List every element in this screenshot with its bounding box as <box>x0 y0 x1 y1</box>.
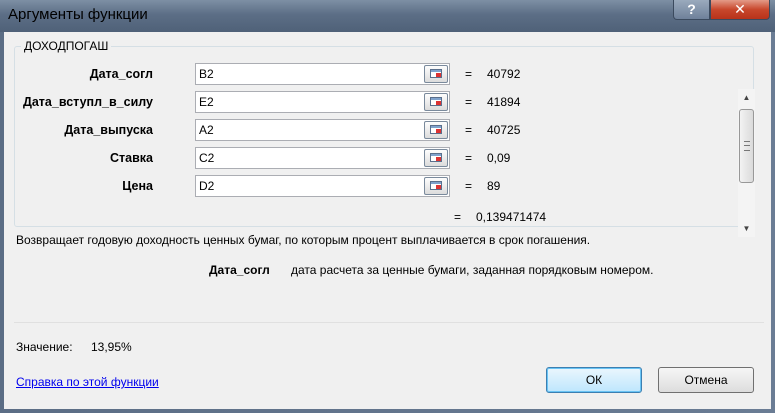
arg-label-data-vstupl: Дата_вступл_в_силу <box>22 95 153 109</box>
grip-icon <box>744 141 750 151</box>
collapse-dialog-button[interactable] <box>424 65 448 83</box>
close-button[interactable]: ✕ <box>710 0 770 20</box>
collapse-dialog-button[interactable] <box>424 121 448 139</box>
equals-sign: = <box>465 151 473 165</box>
close-icon: ✕ <box>734 1 746 17</box>
window-title: Аргументы функции <box>8 6 148 23</box>
value-label: Значение: <box>16 340 73 354</box>
function-name: ДОХОДПОГАШ <box>21 39 112 53</box>
arg-label-data-sogl: Дата_согл <box>89 67 153 81</box>
scroll-down-icon[interactable]: ▼ <box>738 220 755 237</box>
arguments-scrollbar[interactable]: ▲ ▼ <box>738 89 755 237</box>
arg-result: 41894 <box>487 95 521 109</box>
arg-input-stavka[interactable] <box>199 151 419 165</box>
window-frame: ДОХОДПОГАШ Дата_согл = 40792 Дата_вступл… <box>0 32 775 413</box>
arguments-group: ДОХОДПОГАШ Дата_согл = 40792 Дата_вступл… <box>14 39 755 237</box>
value-result: 13,95% <box>91 340 132 354</box>
equals-sign: = <box>465 123 473 137</box>
arg-result: 89 <box>487 179 501 193</box>
arg-help-text: дата расчета за ценные бумаги, заданная … <box>291 263 654 277</box>
total-result: 0,139471474 <box>476 210 547 224</box>
arg-result: 40725 <box>487 123 521 137</box>
arg-input-data-vypuska[interactable] <box>199 123 419 137</box>
arg-input-cena[interactable] <box>199 179 419 193</box>
equals-sign: = <box>465 179 473 193</box>
equals-sign: = <box>454 210 462 224</box>
arg-input-data-vstupl[interactable] <box>199 95 419 109</box>
arg-label-stavka: Ставка <box>110 151 153 165</box>
arg-field-data-sogl[interactable] <box>195 63 450 85</box>
arg-label-cena: Цена <box>122 179 153 193</box>
arg-input-data-sogl[interactable] <box>199 67 419 81</box>
arg-label-data-vypuska: Дата_выпуска <box>64 123 153 137</box>
equals-sign: = <box>465 95 473 109</box>
cancel-button[interactable]: Отмена <box>658 367 754 393</box>
collapse-dialog-icon <box>430 125 442 134</box>
help-button[interactable]: ? <box>673 0 710 20</box>
collapse-dialog-icon <box>430 69 442 78</box>
arg-result: 0,09 <box>487 151 511 165</box>
equals-sign: = <box>465 67 473 81</box>
collapse-dialog-button[interactable] <box>424 149 448 167</box>
scroll-up-icon[interactable]: ▲ <box>738 89 755 106</box>
collapse-dialog-icon <box>430 181 442 190</box>
arg-help-name: Дата_согл <box>209 263 270 277</box>
scroll-thumb[interactable] <box>739 109 754 183</box>
arg-field-cena[interactable] <box>195 175 450 197</box>
dialog-body: ДОХОДПОГАШ Дата_согл = 40792 Дата_вступл… <box>4 32 771 409</box>
arg-field-data-vstupl[interactable] <box>195 91 450 113</box>
collapse-dialog-icon <box>430 153 442 162</box>
title-bar: Аргументы функции ? ✕ <box>0 0 775 32</box>
collapse-dialog-icon <box>430 97 442 106</box>
ok-button[interactable]: ОК <box>546 367 642 393</box>
arg-result: 40792 <box>487 67 521 81</box>
divider <box>14 322 764 323</box>
collapse-dialog-button[interactable] <box>424 93 448 111</box>
function-help-link[interactable]: Справка по этой функции <box>16 375 159 389</box>
arg-field-stavka[interactable] <box>195 147 450 169</box>
question-icon: ? <box>687 1 696 17</box>
collapse-dialog-button[interactable] <box>424 177 448 195</box>
function-description: Возвращает годовую доходность ценных бум… <box>16 233 591 247</box>
arg-field-data-vypuska[interactable] <box>195 119 450 141</box>
